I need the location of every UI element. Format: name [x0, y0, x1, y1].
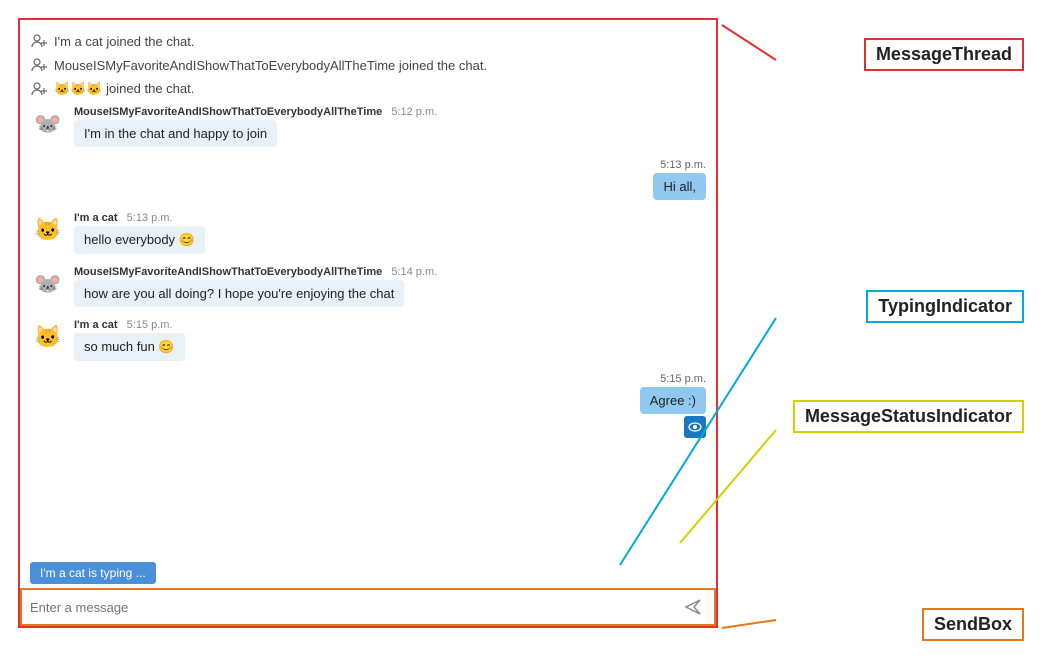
avatar-cat-1: 🐱: [30, 212, 66, 248]
message-thread-container: I'm a cat joined the chat. MouseISMyFavo…: [18, 18, 718, 628]
msg-bubble-1: I'm in the chat and happy to join: [74, 120, 277, 147]
msg-meta-2: 5:13 p.m.: [660, 159, 706, 171]
person-join-icon-1: [30, 32, 48, 50]
msg-meta-6: 5:15 p.m.: [660, 373, 706, 385]
label-status-text: MessageStatusIndicator: [805, 406, 1012, 426]
person-join-icon-2: [30, 56, 48, 74]
timestamp-1: 5:12 p.m.: [391, 106, 437, 118]
label-messagestatusindicator: MessageStatusIndicator: [793, 400, 1024, 433]
msg-bubble-group-4: MouseISMyFavoriteAndIShowThatToEverybody…: [74, 266, 437, 307]
msg-meta-5: I'm a cat 5:15 p.m.: [74, 319, 185, 331]
message-input[interactable]: [30, 600, 680, 615]
messages-area: 🐭 MouseISMyFavoriteAndIShowThatToEverybo…: [30, 106, 706, 438]
label-sendbox-text: SendBox: [934, 614, 1012, 634]
send-button[interactable]: [680, 596, 706, 618]
timestamp-3: 5:13 p.m.: [127, 212, 173, 224]
label-typingindicator: TypingIndicator: [866, 290, 1024, 323]
table-row: 🐭 MouseISMyFavoriteAndIShowThatToEverybo…: [30, 106, 706, 147]
person-join-icon-3: [30, 80, 48, 98]
avatar-cat-2: 🐱: [30, 319, 66, 355]
timestamp-5: 5:15 p.m.: [127, 319, 173, 331]
sender-name-3: I'm a cat: [74, 212, 118, 224]
label-typing-text: TypingIndicator: [878, 296, 1012, 316]
join-event-3: 🐱🐱🐱 joined the chat.: [30, 80, 706, 98]
table-row: 5:15 p.m. Agree :): [30, 373, 706, 438]
msg-bubble-3: hello everybody 😊: [74, 226, 205, 254]
join-text-2: MouseISMyFavoriteAndIShowThatToEverybody…: [54, 58, 487, 73]
label-messagethread-text: MessageThread: [876, 44, 1012, 64]
outer-wrapper: I'm a cat joined the chat. MouseISMyFavo…: [0, 0, 1052, 661]
msg-meta-1: MouseISMyFavoriteAndIShowThatToEverybody…: [74, 106, 437, 118]
sender-name-5: I'm a cat: [74, 319, 118, 331]
msg-bubble-5: so much fun 😊: [74, 333, 185, 361]
join-event-2: MouseISMyFavoriteAndIShowThatToEverybody…: [30, 56, 706, 74]
sender-name-4: MouseISMyFavoriteAndIShowThatToEverybody…: [74, 266, 382, 278]
typing-indicator: I'm a cat is typing ...: [20, 558, 716, 588]
timestamp-4: 5:14 p.m.: [391, 266, 437, 278]
msg-bubble-4: how are you all doing? I hope you're enj…: [74, 280, 404, 307]
sender-name-1: MouseISMyFavoriteAndIShowThatToEverybody…: [74, 106, 382, 118]
label-messagethread: MessageThread: [864, 38, 1024, 71]
message-status-indicator: [684, 416, 706, 438]
message-thread[interactable]: I'm a cat joined the chat. MouseISMyFavo…: [20, 20, 716, 558]
msg-bubble-group-1: MouseISMyFavoriteAndIShowThatToEverybody…: [74, 106, 437, 147]
msg-meta-4: MouseISMyFavoriteAndIShowThatToEverybody…: [74, 266, 437, 278]
msg-meta-3: I'm a cat 5:13 p.m.: [74, 212, 205, 224]
typing-text: I'm a cat is typing ...: [30, 562, 156, 584]
join-text-3: 🐱🐱🐱 joined the chat.: [54, 81, 194, 97]
table-row: 🐱 I'm a cat 5:15 p.m. so much fun 😊: [30, 319, 706, 361]
send-icon: [684, 598, 702, 616]
join-text-1: I'm a cat joined the chat.: [54, 34, 195, 49]
avatar-mouse-2: 🐭: [30, 266, 66, 302]
outgoing-wrapper-2: 5:13 p.m. Hi all,: [653, 159, 706, 200]
sendbox: [20, 588, 716, 626]
eye-icon: [688, 420, 702, 434]
table-row: 5:13 p.m. Hi all,: [30, 159, 706, 200]
label-sendbox: SendBox: [922, 608, 1024, 641]
avatar-mouse-1: 🐭: [30, 106, 66, 142]
msg-bubble-6: Agree :): [640, 387, 706, 414]
msg-bubble-2: Hi all,: [653, 173, 706, 200]
outgoing-wrapper-6: 5:15 p.m. Agree :): [640, 373, 706, 438]
msg-bubble-group-3: I'm a cat 5:13 p.m. hello everybody 😊: [74, 212, 205, 254]
msg-bubble-group-5: I'm a cat 5:15 p.m. so much fun 😊: [74, 319, 185, 361]
join-event-1: I'm a cat joined the chat.: [30, 32, 706, 50]
table-row: 🐭 MouseISMyFavoriteAndIShowThatToEverybo…: [30, 266, 706, 307]
table-row: 🐱 I'm a cat 5:13 p.m. hello everybody 😊: [30, 212, 706, 254]
